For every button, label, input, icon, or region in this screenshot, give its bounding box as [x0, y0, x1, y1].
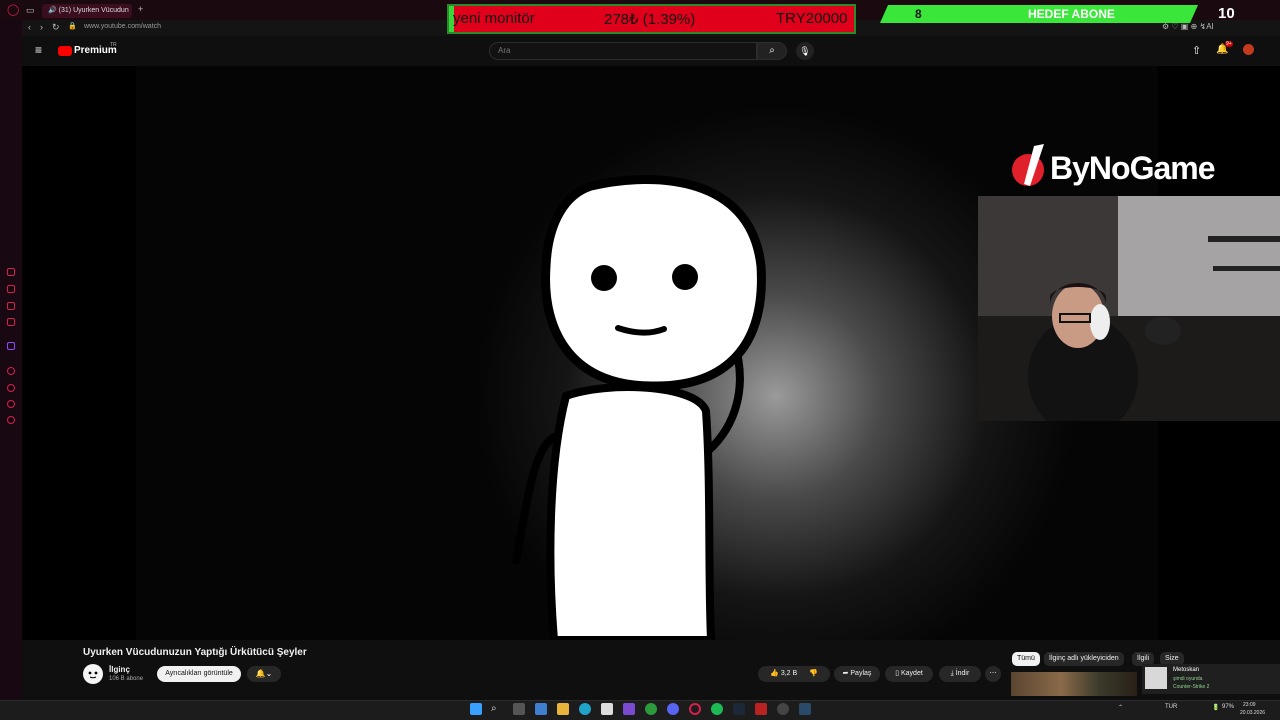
sidebar-messenger-icon[interactable]: [7, 268, 15, 276]
dislike-button[interactable]: 👎: [809, 670, 818, 677]
browser-tab-youtube[interactable]: 🔊 (31) Uyurken Vücudun: [42, 4, 132, 18]
microphone-icon: 🎙: [799, 46, 811, 56]
tab-menu-icon[interactable]: ▭: [26, 6, 35, 15]
goal-item-label: yeni monitör: [453, 10, 535, 27]
windows-taskbar: [0, 700, 1280, 720]
taskbar-search-icon[interactable]: ⌕: [491, 703, 503, 715]
share-label: Paylaş: [850, 670, 872, 677]
clock-date[interactable]: 20.03.2026: [1240, 710, 1265, 716]
thumbs-down-icon: 👎: [809, 670, 818, 677]
subscriber-current: 8: [915, 7, 922, 21]
thumbs-up-icon: 👍: [770, 670, 781, 677]
channel-name[interactable]: İlginç: [109, 665, 130, 674]
friend-avatar: [1145, 667, 1167, 689]
url-field[interactable]: www.youtube.com/watch: [84, 23, 161, 30]
save-label: Kaydet: [901, 670, 923, 677]
discord-icon[interactable]: [667, 703, 679, 715]
file-explorer-icon[interactable]: [557, 703, 569, 715]
bynogame-logo: ByNoGame: [1010, 142, 1250, 192]
goal-target-label: TRY20000: [776, 10, 848, 27]
chip-from-uploader[interactable]: İlginç adlı yükleyiciden: [1044, 652, 1124, 666]
share-button[interactable]: ➦ Paylaş: [834, 666, 880, 682]
back-icon[interactable]: ‹: [28, 23, 31, 32]
clock-time[interactable]: 23:09: [1243, 702, 1256, 708]
xbox-icon[interactable]: [645, 703, 657, 715]
region-code: TR: [110, 42, 117, 48]
sidebar-chat-icon[interactable]: [7, 302, 15, 310]
widgets-icon[interactable]: [535, 703, 547, 715]
brand-name: ByNoGame: [1050, 150, 1215, 186]
save-button[interactable]: ▯ Kaydet: [885, 666, 933, 682]
donation-goal-bar: yeni monitör 278₺ (1.39%) TRY20000: [447, 4, 856, 34]
lock-icon: 🔒: [68, 23, 77, 30]
steam-friend-notification[interactable]: Metoskan şimdi oyunda Counter-Strike 2: [1142, 664, 1280, 694]
recommended-video-thumbnail[interactable]: [1011, 672, 1137, 696]
friend-game: Counter-Strike 2: [1173, 684, 1210, 690]
avatar[interactable]: [1243, 44, 1254, 55]
spotify-icon[interactable]: [711, 703, 723, 715]
steam-chat-icon[interactable]: [799, 703, 811, 715]
notification-badge: 9+: [1225, 41, 1233, 47]
subscription-bell-button[interactable]: 🔔⌄: [247, 666, 281, 682]
tab-audio-icon: 🔊: [48, 7, 59, 14]
channel-subscribers: 106 B abone: [109, 676, 144, 682]
obs-icon[interactable]: [777, 703, 789, 715]
more-actions-button[interactable]: ⋯: [985, 666, 1001, 682]
app-purple-icon[interactable]: [623, 703, 635, 715]
extensions-icon[interactable]: ⚙ ♡ ▣ ⊕ ↯AI: [1162, 23, 1214, 31]
webcam-feed: [978, 196, 1280, 421]
video-letterbox-left: [22, 66, 136, 640]
youtube-logo-icon[interactable]: [58, 46, 72, 56]
tray-overflow-icon[interactable]: ⌃: [1118, 704, 1123, 711]
sidebar-music-icon[interactable]: [7, 318, 15, 326]
channel-avatar-face-icon: [88, 671, 98, 679]
subscriber-goal-target: 10: [1218, 5, 1235, 22]
upload-icon[interactable]: ⇧: [1192, 44, 1201, 57]
opera-taskbar-icon[interactable]: [689, 703, 701, 715]
like-button[interactable]: 👍 3,2 B: [770, 670, 797, 677]
new-tab-icon[interactable]: +: [138, 5, 143, 14]
video-title: Uyurken Vücudunuzun Yaptığı Ürkütücü Şey…: [83, 647, 307, 658]
start-menu-icon[interactable]: [470, 703, 482, 715]
edge-icon[interactable]: [579, 703, 591, 715]
search-icon: ⌕: [769, 45, 775, 56]
sidebar-twitch-icon[interactable]: [7, 342, 15, 350]
sidebar-player-icon[interactable]: [7, 367, 15, 375]
steam-icon[interactable]: [733, 703, 745, 715]
hamburger-menu-icon[interactable]: ≡: [35, 43, 42, 57]
streamer-webcam: [978, 196, 1280, 421]
sidebar-bookmarks-icon[interactable]: [7, 400, 15, 408]
browser-sidebar: [0, 20, 23, 700]
reload-icon[interactable]: ↻: [52, 23, 60, 32]
like-dislike-group: 👍 3,2 B 👎: [758, 666, 830, 682]
search-input[interactable]: Ara: [489, 42, 757, 60]
subscriber-goal-label: HEDEF ABONE: [1028, 7, 1115, 21]
bell-icon: 🔔⌄: [255, 669, 273, 678]
like-count: 3,2 B: [780, 670, 798, 677]
chip-all[interactable]: Tümü: [1012, 652, 1040, 666]
download-label: İndir: [955, 670, 970, 677]
opera-logo-icon[interactable]: ◯: [7, 5, 19, 16]
download-button[interactable]: ⤓ İndir: [939, 666, 981, 682]
search-button[interactable]: ⌕: [757, 42, 787, 60]
sidebar-history-icon[interactable]: [7, 384, 15, 392]
bynogame-emblem-icon: [1012, 144, 1044, 186]
friend-name: Metoskan: [1173, 667, 1200, 673]
app-red-icon[interactable]: [755, 703, 767, 715]
language-indicator[interactable]: TUR: [1165, 704, 1177, 710]
forward-icon[interactable]: ›: [40, 23, 43, 32]
sidebar-bag-icon[interactable]: [7, 285, 15, 293]
voice-search-button[interactable]: 🎙: [796, 42, 814, 60]
battery-percent: 97%: [1222, 704, 1235, 710]
sidebar-settings-icon[interactable]: [7, 416, 15, 424]
battery-icon[interactable]: 🔋: [1212, 704, 1219, 711]
friend-status: şimdi oyunda: [1173, 676, 1203, 682]
join-button[interactable]: Ayrıcalıkları görüntüle: [157, 666, 241, 682]
tab-title: (31) Uyurken Vücudun: [58, 7, 129, 14]
photos-icon[interactable]: [601, 703, 613, 715]
task-view-icon[interactable]: [513, 703, 525, 715]
goal-progress-label: 278₺ (1.39%): [604, 11, 696, 28]
channel-avatar[interactable]: [83, 664, 103, 684]
